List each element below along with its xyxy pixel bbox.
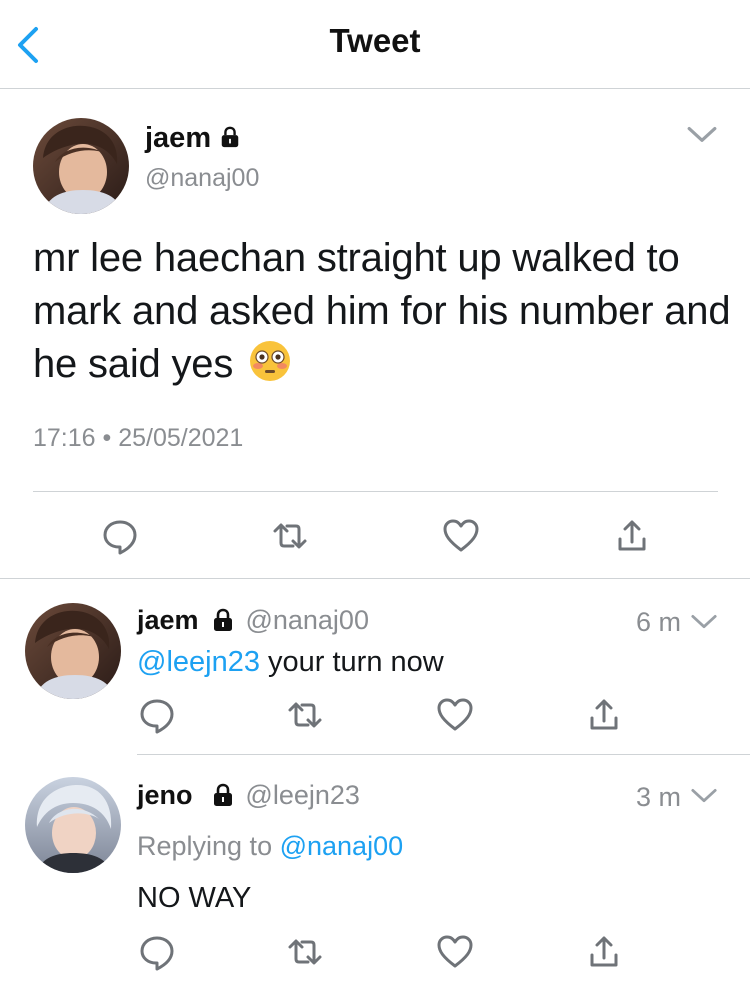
lock-icon (219, 123, 241, 145)
share-icon (584, 932, 624, 972)
reply-header: jeno @leejn23 (137, 780, 360, 811)
reply-icon (137, 695, 177, 735)
reply-time: 3 m (636, 782, 682, 812)
reply-divider (137, 754, 750, 755)
replying-to: Replying to @nanaj00 (137, 831, 403, 862)
author-name: jaem (145, 122, 241, 155)
tweet-text: mr lee haechan straight up walked to mar… (33, 232, 733, 391)
like-icon (441, 516, 481, 556)
avatar[interactable] (25, 777, 121, 873)
timestamp-divider (33, 491, 718, 492)
retweet-icon (270, 516, 310, 556)
retweet-button[interactable] (285, 932, 325, 972)
reply-author-handle: @nanaj00 (245, 605, 369, 635)
reply-button[interactable] (100, 516, 140, 556)
reply-time: 6 m (636, 607, 682, 637)
chevron-down-icon (686, 124, 718, 146)
tweet-body: mr lee haechan straight up walked to mar… (33, 236, 731, 386)
lock-icon (211, 608, 235, 632)
main-tweet-divider (0, 578, 750, 579)
reply-text: @leejn23 your turn now (137, 646, 444, 679)
share-button[interactable] (584, 932, 624, 972)
share-button[interactable] (612, 516, 652, 556)
reply-author-handle: @leejn23 (245, 780, 360, 810)
reply-body: your turn now (259, 646, 444, 678)
chevron-down-icon (690, 612, 718, 632)
reply-text: NO WAY (137, 882, 252, 914)
tweet-timestamp: 17:16 • 25/05/2021 (33, 424, 244, 452)
tweet-menu-button[interactable] (686, 124, 718, 146)
like-icon (435, 695, 475, 735)
reply-icon (137, 932, 177, 972)
reply-icon (100, 516, 140, 556)
reply-button[interactable] (137, 932, 177, 972)
reply-menu-button[interactable] (690, 612, 718, 632)
replying-to-label: Replying to (137, 831, 280, 861)
mention-link[interactable]: @leejn23 (137, 646, 260, 678)
chevron-down-icon (690, 786, 718, 806)
reply-menu-button[interactable] (690, 786, 718, 806)
reply-header: jaem @nanaj00 (137, 605, 369, 636)
like-button[interactable] (435, 695, 475, 735)
lock-icon (211, 783, 235, 807)
reply-author-name: jeno (137, 780, 193, 810)
share-icon (612, 516, 652, 556)
share-icon (584, 695, 624, 735)
like-icon (435, 932, 475, 972)
author-handle: @nanaj00 (145, 164, 260, 192)
retweet-button[interactable] (270, 516, 310, 556)
avatar[interactable] (33, 118, 129, 214)
flushed-face-emoji (248, 339, 292, 383)
like-button[interactable] (435, 932, 475, 972)
reply-author-name: jaem (137, 605, 199, 635)
like-button[interactable] (441, 516, 481, 556)
mention-link[interactable]: @nanaj00 (280, 831, 404, 861)
share-button[interactable] (584, 695, 624, 735)
avatar[interactable] (25, 603, 121, 699)
reply-button[interactable] (137, 695, 177, 735)
page-title: Tweet (329, 22, 421, 59)
header-divider (0, 88, 750, 89)
retweet-button[interactable] (285, 695, 325, 735)
retweet-icon (285, 932, 325, 972)
retweet-icon (285, 695, 325, 735)
author-name-text: jaem (145, 122, 212, 154)
